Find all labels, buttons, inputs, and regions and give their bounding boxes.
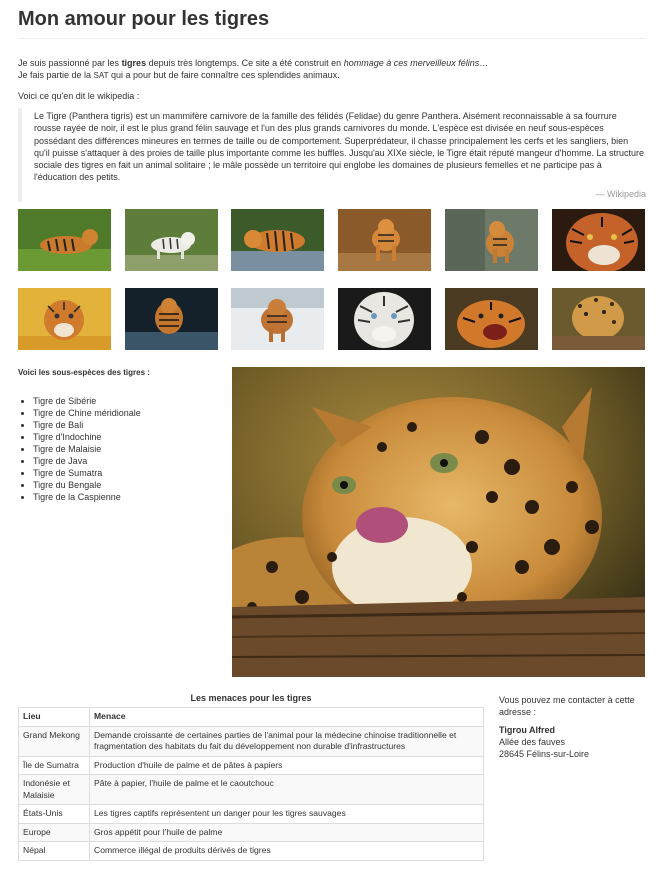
contact-lead: Vous pouvez me contacter à cette adresse… [499,695,635,717]
list-item: Tigre d'Indochine [33,431,223,443]
table-header-row: Lieu Menace [18,707,484,727]
gallery-thumb[interactable] [445,209,538,271]
gallery-thumb[interactable] [552,209,645,271]
intro: Je suis passionné par les tigres depuis … [18,57,646,82]
contact-city: 28645 Félins-sur-Loire [499,749,590,759]
tiger-snow-photo [231,288,324,350]
list-item: Tigre de Java [33,455,223,467]
table-row: Grand Mekong Demande croissante de certa… [18,725,484,757]
contact-address: Tigrou Alfred Allée des fauves 28645 Fél… [499,724,649,760]
table-cell: Népal [18,841,90,861]
column-header-lieu: Lieu [18,707,90,727]
table-cell: Île de Sumatra [18,755,90,775]
gallery-thumb[interactable] [18,209,111,271]
table-row: États-Unis Les tigres captifs représente… [18,804,484,824]
threats-table: Lieu Menace Grand Mekong Demande croissa… [18,707,484,861]
wikipedia-quote: Le Tigre (Panthera tigris) est un mammif… [18,108,646,203]
table-cell: Les tigres captifs représentent un dange… [89,804,484,824]
gallery-thumb[interactable] [338,288,431,350]
gallery-thumb[interactable] [18,288,111,350]
contact-name: Tigrou Alfred [499,725,555,735]
list-item: Tigre de Sibérie [33,395,223,407]
tiger-water-photo [231,209,324,271]
list-item: Tigre de Malaisie [33,443,223,455]
tiger-rocks-photo [445,209,538,271]
table-cell: États-Unis [18,804,90,824]
white-tiger-face-photo [338,288,431,350]
list-item: Tigre de Chine méridionale [33,407,223,419]
wiki-lead: Voici ce qu'en dit le wikipedia : [18,91,140,101]
table-cell: Gros appétit pour l'huile de palme [89,822,484,842]
page-title: Mon amour pour les tigres [18,0,646,39]
list-item: Tigre du Bengale [33,479,223,491]
table-row: Europe Gros appétit pour l'huile de palm… [18,822,484,842]
gallery-thumb[interactable] [338,209,431,271]
page: Mon amour pour les tigres Je suis passio… [18,0,646,861]
subspecies-heading: Voici les sous-espèces des tigres : [18,368,150,377]
threats-section: Les menaces pour les tigres Lieu Menace … [18,693,484,861]
tiger-dark-photo [125,288,218,350]
table-row: Indonésie et Malaisie Pâte à papier, l'h… [18,774,484,805]
intro-line-2: Je fais partie de la SAT qui a pour but … [18,69,646,82]
quote-text: Le Tigre (Panthera tigris) est un mammif… [34,111,645,183]
tiger-standing-photo [338,209,431,271]
intro-bold: tigres [121,58,147,68]
gallery-thumb[interactable] [125,288,218,350]
table-cell: Indonésie et Malaisie [18,774,90,805]
gallery-thumb[interactable] [125,209,218,271]
tiger-photo-grass [18,209,111,271]
gallery-thumb[interactable] [445,288,538,350]
intro-text: qui a pour but de faire connaître ces sp… [108,70,340,80]
tiger-face-photo [552,209,645,271]
table-cell: Europe [18,822,90,842]
jaguar-illustration [232,367,645,677]
table-caption: Les menaces pour les tigres [190,693,312,703]
subspecies-section: Voici les sous-espèces des tigres : Tigr… [18,368,223,503]
jaguar-thumb-photo [552,288,645,350]
white-tiger-photo [125,209,218,271]
intro-text: Je suis passionné par les [18,58,122,68]
tiger-roaring-photo [445,288,538,350]
intro-text: Je fais partie de la [18,70,94,80]
jaguar-photo [232,367,645,677]
table-cell: Production d'huile de palme et de pâtes … [89,755,484,775]
contact-street: Allée des fauves [499,737,566,747]
table-row: Népal Commerce illégal de produits dériv… [18,841,484,861]
intro-em: hommage à ces merveilleux félins [343,58,480,68]
contact-section: Vous pouvez me contacter à cette adresse… [499,694,649,760]
list-item: Tigre de Sumatra [33,467,223,479]
column-header-menace: Menace [89,707,484,727]
gallery-thumb[interactable] [231,209,324,271]
intro-line-1: Je suis passionné par les tigres depuis … [18,57,646,69]
table-cell: Grand Mekong [18,725,90,757]
table-cell: Commerce illégal de produits dérivés de … [89,841,484,861]
intro-text: … [479,58,489,68]
subspecies-list: Tigre de Sibérie Tigre de Chine méridion… [18,395,223,503]
list-item: Tigre de Bali [33,419,223,431]
intro-text: depuis très longtemps. Ce site a été con… [146,58,344,68]
table-cell: Pâte à papier, l'huile de palme et le ca… [89,774,484,805]
list-item: Tigre de la Caspienne [33,491,223,503]
tiger-cub-photo [18,288,111,350]
table-row: Île de Sumatra Production d'huile de pal… [18,755,484,775]
table-cell: Demande croissante de certaines parties … [89,725,484,757]
quote-source: — Wikipedia [595,188,646,199]
gallery-thumb[interactable] [231,288,324,350]
sat-abbr: SAT [93,71,109,80]
gallery-thumb[interactable] [552,288,645,350]
